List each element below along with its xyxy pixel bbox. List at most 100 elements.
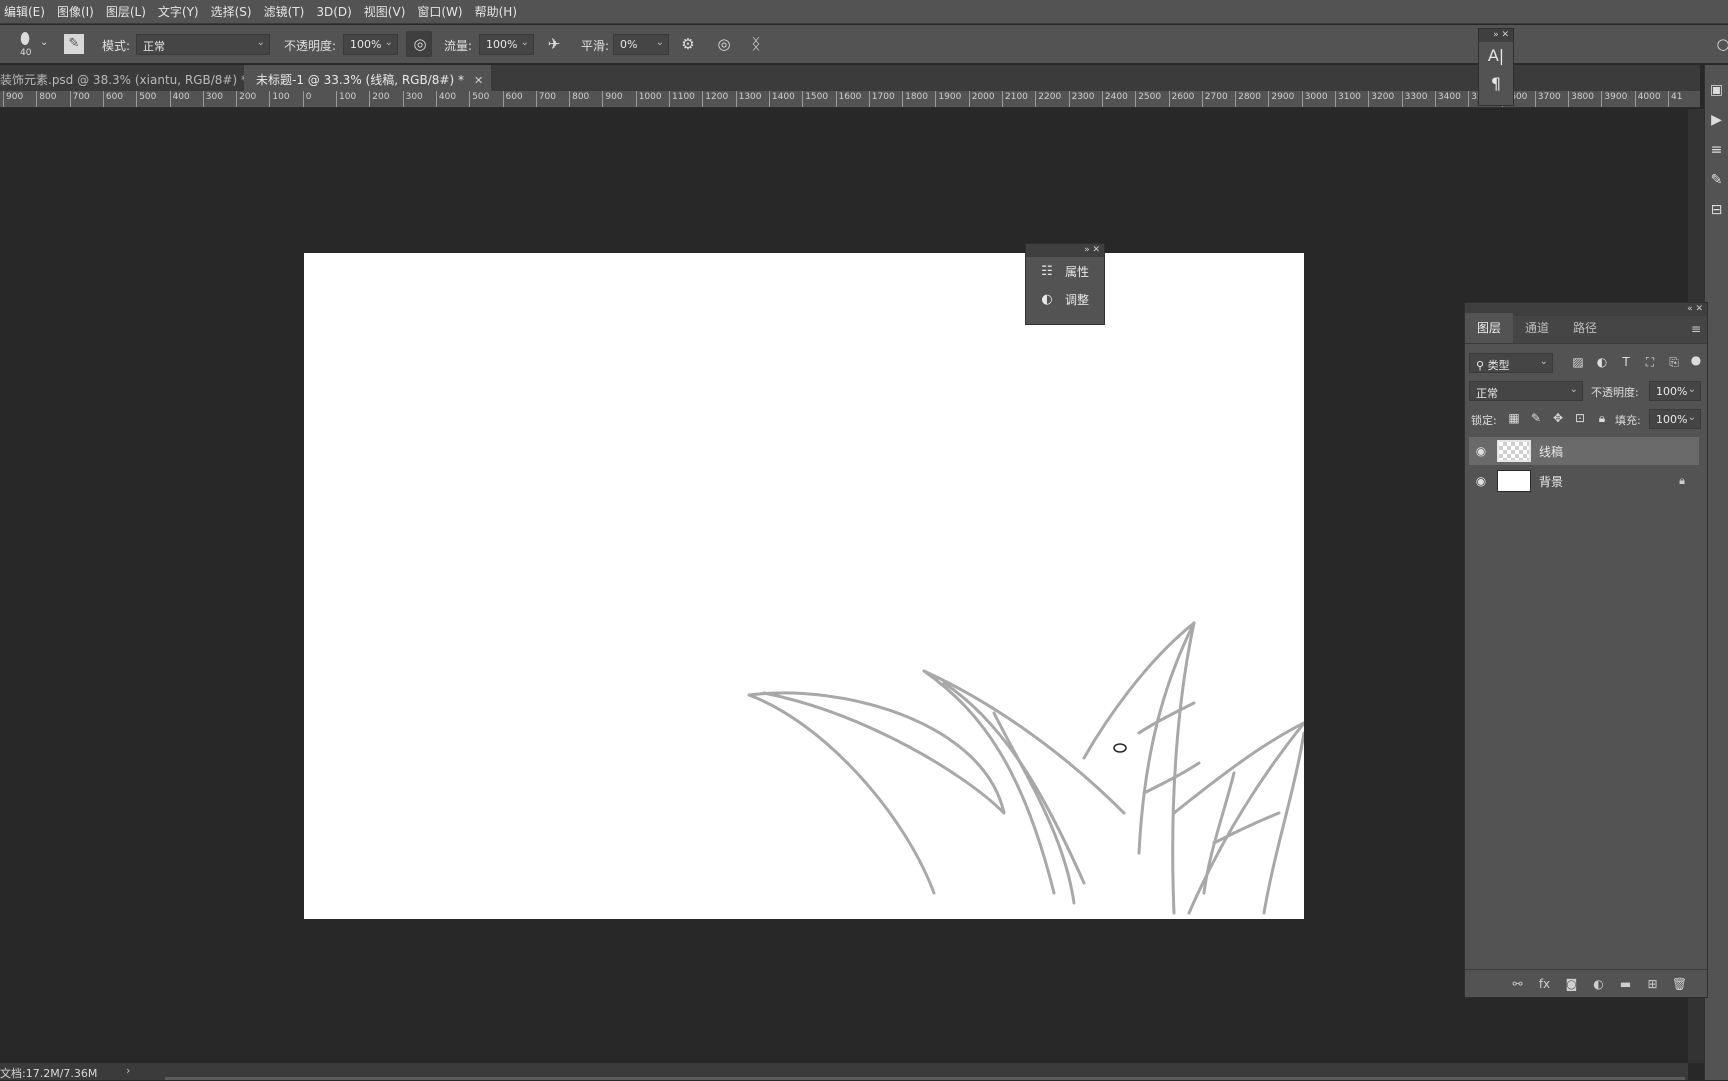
- character-paragraph-mini-panel: » ✕ A| ¶: [1478, 28, 1514, 106]
- eye-icon[interactable]: ◉: [1471, 474, 1491, 488]
- menu-3d[interactable]: 3D(D): [310, 5, 357, 19]
- filter-adjustment-icon[interactable]: ◐: [1593, 355, 1611, 369]
- symmetry-icon[interactable]: ᛝ: [746, 34, 766, 54]
- lock-all-icon[interactable]: 🔒︎: [1593, 411, 1611, 426]
- lock-transparent-icon[interactable]: ▦: [1505, 411, 1523, 425]
- layer-filter-dropdown[interactable]: ⚲ 类型 ⌄: [1469, 353, 1553, 373]
- paragraph-button[interactable]: ¶: [1479, 70, 1513, 98]
- link-layers-icon[interactable]: ⚯: [1504, 977, 1531, 991]
- close-icon[interactable]: ✕: [474, 74, 483, 87]
- chevron-down-icon: ⌄: [256, 37, 265, 48]
- actions-icon[interactable]: ▶: [1705, 105, 1728, 135]
- blend-mode-dropdown[interactable]: 正常 ⌄: [1469, 381, 1583, 401]
- properties-adjustments-mini-panel: » ✕ ☷ 属性 ◐ 调整: [1025, 243, 1105, 325]
- brush-panel-toggle-icon[interactable]: ✎: [64, 34, 84, 54]
- collapse-icon[interactable]: »: [1084, 245, 1090, 255]
- menu-filter[interactable]: 滤镜(T): [258, 3, 311, 20]
- filter-toggle-icon[interactable]: ●: [1687, 353, 1705, 367]
- document-tab-inactive[interactable]: 装饰元素.psd @ 38.3% (xiantu, RGB/8#) *✕: [0, 65, 274, 91]
- ruler-tick-label: 800: [36, 91, 56, 107]
- add-mask-icon[interactable]: ◙: [1558, 977, 1585, 991]
- tab-layers[interactable]: 图层: [1465, 313, 1514, 343]
- document-canvas[interactable]: [304, 253, 1306, 919]
- menu-view[interactable]: 视图(V): [358, 3, 412, 20]
- lock-position-icon[interactable]: ✥: [1549, 411, 1567, 425]
- properties-label: 属性: [1065, 264, 1090, 279]
- tab-channels[interactable]: 通道: [1513, 319, 1561, 343]
- filter-pixel-icon[interactable]: ▨: [1569, 355, 1587, 369]
- flow-field[interactable]: 100% ⌄: [479, 34, 534, 55]
- airbrush-icon[interactable]: ✈: [544, 34, 564, 54]
- opacity-value: 100%: [350, 38, 382, 51]
- menu-bar: 编辑(E) 图像(I) 图层(L) 文字(Y) 选择(S) 滤镜(T) 3D(D…: [0, 0, 1728, 24]
- brush-preset-picker[interactable]: ⬮ 40 ⌄: [8, 29, 48, 61]
- properties-button[interactable]: ☷ 属性: [1026, 257, 1104, 285]
- lock-icon[interactable]: 🔒︎: [1679, 474, 1685, 488]
- mode-value: 正常: [143, 40, 165, 53]
- close-icon[interactable]: ✕: [1695, 304, 1703, 314]
- fill-field[interactable]: 100% ⌄: [1649, 409, 1701, 429]
- new-adjustment-icon[interactable]: ◐: [1585, 977, 1612, 991]
- ruler-tick-label: 100: [269, 91, 290, 107]
- collapse-icon[interactable]: »: [1493, 30, 1499, 40]
- pressure-size-icon[interactable]: ◎: [714, 34, 734, 54]
- panel-menu-icon[interactable]: ≡: [1691, 322, 1701, 336]
- tab-paths[interactable]: 路径: [1561, 319, 1609, 343]
- line-drawing: [747, 621, 1306, 915]
- horizontal-ruler: 900 800 700 600 500 400 300 200 100 0 100 200 300 400…: [0, 91, 1700, 108]
- trash-icon[interactable]: 🗑︎: [1666, 977, 1693, 991]
- filter-shape-icon[interactable]: ⛶: [1641, 355, 1659, 370]
- layer-opacity-value: 100%: [1656, 385, 1688, 398]
- layer-row-lineart[interactable]: ◉ 线稿: [1469, 437, 1699, 465]
- lock-image-icon[interactable]: ✎: [1527, 411, 1545, 425]
- menu-window[interactable]: 窗口(W): [411, 3, 468, 20]
- close-icon[interactable]: ✕: [1501, 30, 1509, 40]
- ruler-tick-label: 300: [402, 91, 423, 107]
- ruler-tick-label: 1000: [635, 91, 662, 107]
- opacity-field[interactable]: 100% ⌄: [343, 34, 398, 55]
- mode-dropdown[interactable]: 正常 ⌄: [136, 34, 270, 55]
- ruler-tick-label: 1400: [768, 91, 795, 107]
- eye-icon[interactable]: ◉: [1471, 444, 1491, 458]
- chevron-down-icon: ⌄: [1539, 356, 1548, 367]
- lock-artboard-icon[interactable]: ⊡: [1571, 411, 1589, 425]
- smoothing-field[interactable]: 0% ⌄: [613, 34, 669, 55]
- adjustments-button[interactable]: ◐ 调整: [1026, 285, 1104, 313]
- brush-settings-icon[interactable]: ≡: [1705, 135, 1728, 165]
- menu-type[interactable]: 文字(Y): [152, 3, 205, 20]
- tab-title: 装饰元素.psd @ 38.3% (xiantu, RGB/8#) *: [0, 73, 247, 87]
- layer-opacity-field[interactable]: 100% ⌄: [1649, 381, 1701, 401]
- ruler-tick-label: 900: [3, 91, 23, 107]
- new-group-icon[interactable]: ▬: [1612, 977, 1639, 991]
- collapse-icon[interactable]: «: [1687, 304, 1693, 314]
- ruler-tick-label: 1300: [735, 91, 762, 107]
- pressure-opacity-toggle[interactable]: ◎: [406, 31, 432, 57]
- brushes-icon[interactable]: ✎: [1705, 165, 1728, 195]
- close-icon[interactable]: ✕: [1092, 245, 1100, 255]
- panel-header[interactable]: » ✕: [1479, 29, 1513, 42]
- new-layer-icon[interactable]: ⊞: [1639, 977, 1666, 991]
- chevron-right-icon[interactable]: ›: [126, 1064, 130, 1077]
- ruler-tick-label: 2100: [1002, 91, 1028, 107]
- search-icon[interactable]: ○: [1716, 34, 1728, 54]
- ruler-tick-label: 2000: [968, 91, 995, 107]
- menu-layer[interactable]: 图层(L): [100, 3, 152, 20]
- filter-type-icon[interactable]: T: [1617, 355, 1635, 369]
- menu-help[interactable]: 帮助(H): [469, 3, 523, 20]
- gear-icon[interactable]: ⚙: [678, 34, 698, 54]
- menu-image[interactable]: 图像(I): [51, 3, 100, 20]
- menu-select[interactable]: 选择(S): [205, 3, 258, 20]
- layer-opacity-label: 不透明度:: [1591, 386, 1639, 399]
- layer-row-background[interactable]: ◉ 背景 🔒︎: [1469, 467, 1699, 495]
- document-tab-active[interactable]: 未标题-1 @ 33.3% (线稿, RGB/8#) * ✕: [244, 65, 492, 91]
- ruler-tick-label: 800: [569, 91, 589, 107]
- history-icon[interactable]: ▣: [1705, 75, 1728, 105]
- filter-smart-object-icon[interactable]: ⎘: [1665, 355, 1683, 370]
- fx-icon[interactable]: fx: [1531, 977, 1558, 991]
- sliders-icon[interactable]: ⊟: [1705, 195, 1728, 225]
- panel-header[interactable]: » ✕: [1026, 244, 1104, 257]
- ruler-tick-label: 2900: [1268, 91, 1294, 107]
- ruler-tick-label: 3900: [1601, 91, 1627, 107]
- character-button[interactable]: A|: [1479, 42, 1513, 70]
- menu-edit[interactable]: 编辑(E): [0, 3, 51, 20]
